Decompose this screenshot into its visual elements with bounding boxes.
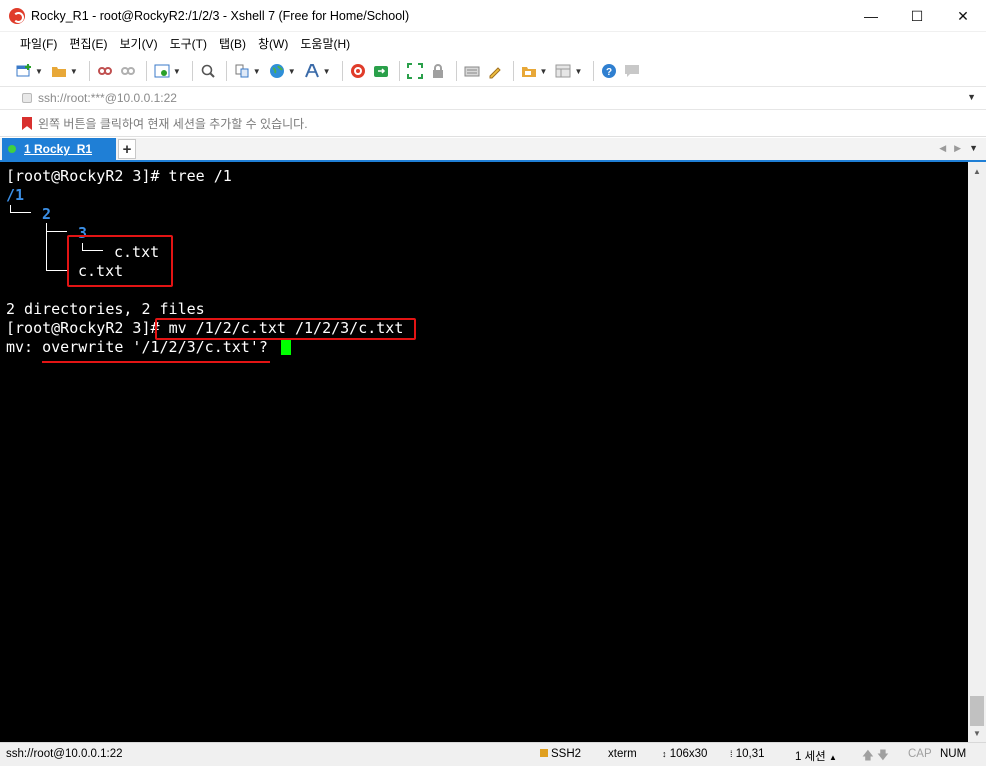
bookmark-icon[interactable] <box>22 117 32 130</box>
session-hint-bar: 왼쪽 버튼을 클릭하여 현재 세션을 추가할 수 있습니다. <box>0 111 986 137</box>
status-protocol: SSH2 <box>540 748 581 760</box>
address-bar[interactable]: ssh://root:***@10.0.0.1:22 ▼ <box>0 86 986 110</box>
font-dropdown-icon[interactable]: ▼ <box>323 67 331 76</box>
menu-help[interactable]: 도움말(H) <box>294 33 356 55</box>
menu-tools[interactable]: 도구(T) <box>164 33 213 55</box>
address-url[interactable]: ssh://root:***@10.0.0.1:22 <box>38 91 177 105</box>
xshell-icon[interactable] <box>348 61 368 81</box>
menu-file[interactable]: 파일(F) <box>14 33 63 55</box>
terminal-line: 2 directories, 2 files <box>6 300 205 318</box>
terminal-scrollbar[interactable]: ▲ ▼ <box>968 162 986 742</box>
scroll-up-icon[interactable]: ▲ <box>968 162 986 180</box>
chat-icon[interactable] <box>622 61 642 81</box>
status-connection: ssh://root@10.0.0.1:22 <box>6 748 123 760</box>
annotation-underline <box>42 361 270 363</box>
script-icon[interactable] <box>519 61 539 81</box>
resize-icon: ↕ <box>662 749 667 759</box>
fullscreen-icon[interactable] <box>405 61 425 81</box>
menu-view[interactable]: 보기(V) <box>113 33 163 55</box>
scroll-thumb[interactable] <box>970 696 984 726</box>
tab-navigation: ◀ ▶ ▼ <box>939 143 978 154</box>
tab-next-icon[interactable]: ▶ <box>954 143 961 154</box>
svg-text:?: ? <box>606 67 612 78</box>
status-size: ↕ 106x30 <box>662 748 708 760</box>
terminal-line: mv: overwrite '/1/2/3/c.txt'? <box>6 338 291 357</box>
address-lock-icon <box>22 93 32 103</box>
prompt: [root@RockyR2 3]# <box>6 319 169 337</box>
new-session-dropdown-icon[interactable]: ▼ <box>35 67 43 76</box>
layout-icon[interactable] <box>553 61 573 81</box>
open-dropdown-icon[interactable]: ▼ <box>70 67 78 76</box>
menu-window[interactable]: 창(W) <box>252 33 294 55</box>
keyboard-icon[interactable] <box>462 61 482 81</box>
transfer-dropdown-icon[interactable]: ▼ <box>253 67 261 76</box>
globe-dropdown-icon[interactable]: ▼ <box>288 67 296 76</box>
help-icon[interactable]: ? <box>599 61 619 81</box>
globe-icon[interactable] <box>267 61 287 81</box>
tab-bar: 1 Rocky_R1 + ◀ ▶ ▼ <box>0 138 986 162</box>
lock-icon[interactable] <box>428 61 448 81</box>
status-caps-lock: CAP <box>908 748 932 760</box>
menu-edit[interactable]: 편집(E) <box>63 33 113 55</box>
tab-rocky-r1[interactable]: 1 Rocky_R1 <box>2 138 116 160</box>
scroll-down-icon[interactable]: ▼ <box>968 724 986 742</box>
overwrite-prompt: mv: overwrite '/1/2/3/c.txt'? <box>6 338 277 356</box>
tab-label: 1 Rocky_R1 <box>24 142 93 156</box>
reconnect-icon[interactable] <box>118 61 138 81</box>
xftp-icon[interactable] <box>371 61 391 81</box>
toolbar: ▼ ▼ ▼ ▼ ▼ ▼ ▼ ▼ ? <box>0 56 986 86</box>
font-icon[interactable] <box>302 61 322 81</box>
title-bar: Rocky_R1 - root@RockyR2:/1/2/3 - Xshell … <box>0 0 986 32</box>
address-dropdown-icon[interactable]: ▼ <box>967 92 976 102</box>
sessions-up-icon[interactable]: ▲ <box>829 753 837 762</box>
status-sessions[interactable]: 1 세션 ▲ <box>795 748 837 764</box>
hint-text: 왼쪽 버튼을 클릭하여 현재 세션을 추가할 수 있습니다. <box>38 117 308 131</box>
script-dropdown-icon[interactable]: ▼ <box>540 67 548 76</box>
close-button[interactable]: ✕ <box>940 0 986 32</box>
add-tab-button[interactable]: + <box>118 139 136 159</box>
terminal-line: [root@RockyR2 3]# tree /1 <box>6 167 232 185</box>
terminal-area[interactable]: [root@RockyR2 3]# tree /1 /1 2 3 c.txt c… <box>0 162 968 742</box>
status-cursor-position: ⁞ 10,31 <box>730 748 765 760</box>
annotation-box-command <box>155 318 416 340</box>
tab-list-icon[interactable]: ▼ <box>969 143 978 154</box>
status-bar: ssh://root@10.0.0.1:22 SSH2 xterm ↕ 106x… <box>0 742 986 766</box>
status-terminal-type: xterm <box>608 748 637 760</box>
status-num-lock: NUM <box>940 748 967 760</box>
session-properties-icon[interactable] <box>152 61 172 81</box>
disconnect-icon[interactable] <box>95 61 115 81</box>
minimize-button[interactable]: — <box>848 0 894 32</box>
tree-dir-2: 2 <box>42 205 52 223</box>
ssh-lock-icon <box>540 749 548 757</box>
maximize-button[interactable]: ☐ <box>894 0 940 32</box>
open-folder-icon[interactable] <box>49 61 69 81</box>
cursor-pos-icon: ⁞ <box>730 749 733 759</box>
new-session-icon[interactable] <box>14 61 34 81</box>
terminal-line: /1 <box>6 186 25 204</box>
search-icon[interactable] <box>198 61 218 81</box>
properties-dropdown-icon[interactable]: ▼ <box>173 67 181 76</box>
transfer-icon[interactable] <box>232 61 252 81</box>
layout-dropdown-icon[interactable]: ▼ <box>574 67 582 76</box>
tab-prev-icon[interactable]: ◀ <box>939 143 946 154</box>
connected-status-icon <box>8 145 16 153</box>
annotation-box-tree <box>67 235 173 287</box>
window-title: Rocky_R1 - root@RockyR2:/1/2/3 - Xshell … <box>31 8 410 23</box>
highlighter-icon[interactable] <box>485 61 505 81</box>
menu-tab[interactable]: 탭(B) <box>213 33 252 55</box>
status-scroll-arrows[interactable]: 🡅 🡇 <box>862 748 889 766</box>
terminal-cursor <box>280 339 291 355</box>
window-controls: — ☐ ✕ <box>848 0 986 32</box>
xshell-app-icon <box>9 7 25 24</box>
menu-bar: 파일(F) 편집(E) 보기(V) 도구(T) 탭(B) 창(W) 도움말(H) <box>0 32 986 56</box>
